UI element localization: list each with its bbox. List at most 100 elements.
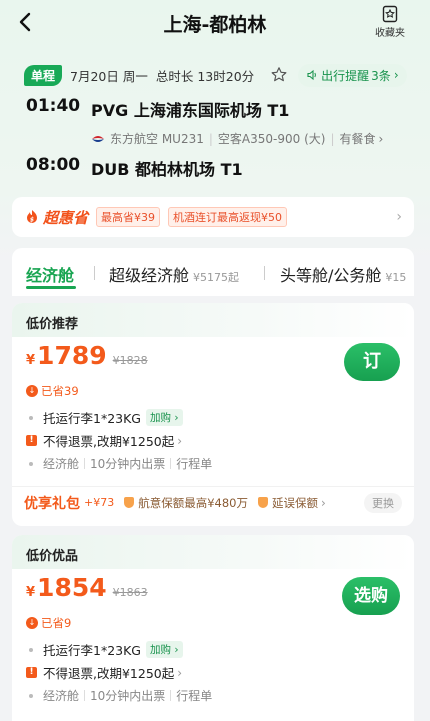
- promo-tag-cashback: 机酒连订最高返现¥50: [168, 207, 288, 227]
- gift-package-title: 优享礼包: [24, 495, 80, 512]
- flight-details[interactable]: 东方航空 MU231 | 空客A350-900 (大) | 有餐食 ›: [91, 130, 383, 147]
- warning-icon: !: [26, 667, 37, 678]
- bookmark-icon: [382, 5, 398, 23]
- divider: [84, 690, 86, 701]
- fare-price: ¥ 1854 ¥1863: [26, 573, 148, 602]
- original-price: ¥1863: [112, 586, 148, 599]
- meal-info: 有餐食: [339, 132, 376, 146]
- fare-card: 低价推荐 ¥ 1789 ¥1828 订 ↓ 已省39 托运行李1*23KG 加购…: [12, 303, 414, 526]
- promo-banner[interactable]: $ 超惠省 最高省¥39 机酒连订最高返现¥50 ›: [12, 197, 414, 237]
- book-button[interactable]: 订: [344, 343, 400, 381]
- itinerary-note: 行程单: [176, 457, 213, 471]
- change-gift-button[interactable]: 更换: [364, 492, 402, 513]
- chevron-right-icon: ›: [393, 68, 399, 82]
- savings-badge: ↓ 已省9: [26, 615, 71, 631]
- divider: [84, 458, 86, 469]
- cabin-class: 经济舱: [43, 457, 80, 471]
- favorite-label: 收藏夹: [375, 28, 405, 39]
- add-baggage-label: 加购: [150, 644, 171, 656]
- bullet-icon: [29, 647, 33, 652]
- tab-active-indicator: [26, 286, 76, 289]
- promo-tag-savings: 最高省¥39: [96, 207, 161, 227]
- add-baggage-button[interactable]: 加购 ›: [146, 641, 183, 658]
- divider: |: [330, 131, 335, 146]
- fare-meta: 经济舱 10分钟内出票 行程单: [26, 687, 212, 704]
- reminder-label: 出行提醒: [321, 68, 370, 83]
- ticketing-time: 10分钟内出票: [90, 457, 166, 471]
- aircraft-type: 空客A350-900 (大): [217, 132, 326, 146]
- arrival-time: 08:00: [26, 155, 81, 175]
- refund-text: 不得退票,改期¥1250起: [43, 434, 175, 449]
- bullet-icon: [29, 415, 33, 420]
- add-baggage-button[interactable]: 加购 ›: [146, 409, 183, 426]
- tab-premium-economy[interactable]: 超级经济舱 ¥5175起: [109, 262, 239, 286]
- chevron-right-icon: ›: [396, 209, 402, 225]
- baggage-text: 托运行李1*23KG: [43, 643, 141, 658]
- tab-label: 头等舱/公务舱: [280, 266, 382, 285]
- currency-symbol: ¥: [26, 353, 36, 368]
- favorite-button[interactable]: 收藏夹: [372, 5, 408, 39]
- divider: [94, 266, 95, 280]
- reminder-count: 3条: [371, 68, 391, 83]
- chevron-right-icon: ›: [321, 495, 326, 510]
- fare-title: 低价优品: [12, 535, 414, 569]
- gift-package-row[interactable]: 优享礼包 +¥73 航意保额最高¥480万 延误保额 › 更换: [12, 486, 414, 518]
- select-button[interactable]: 选购: [342, 577, 400, 615]
- fare-meta: 经济舱 10分钟内出票 行程单: [26, 455, 212, 472]
- add-baggage-label: 加购: [150, 412, 171, 424]
- gift-accident-insurance: 航意保额最高¥480万: [138, 495, 248, 510]
- tab-first-business[interactable]: 头等舱/公务舱 ¥15: [280, 262, 406, 286]
- departure-time: 01:40: [26, 96, 81, 116]
- speaker-icon: [307, 69, 317, 81]
- refund-text: 不得退票,改期¥1250起: [43, 666, 175, 681]
- travel-reminder-button[interactable]: 出行提醒 3条 ›: [298, 63, 407, 87]
- bullet-icon: [29, 461, 33, 466]
- svg-text:$: $: [30, 217, 34, 224]
- shield-icon: [124, 497, 135, 508]
- page-title: 上海-都柏林: [163, 14, 267, 36]
- top-nav-bar: 上海-都柏林 收藏夹: [0, 0, 430, 46]
- airline-flight-number: 东方航空 MU231: [110, 132, 204, 146]
- tab-price: ¥15: [385, 271, 407, 284]
- chevron-right-icon: ›: [177, 433, 183, 448]
- select-button-label: 选购: [354, 586, 388, 606]
- gift-delay-insurance: 延误保额: [272, 495, 318, 510]
- baggage-info: 托运行李1*23KG 加购 ›: [26, 408, 183, 427]
- airline-logo-icon: [92, 135, 104, 142]
- trip-summary: 单程 7月20日 周一 总时长 13时20分 出行提醒 3条 ›: [24, 63, 420, 87]
- currency-symbol: ¥: [26, 585, 36, 600]
- bullet-icon: [29, 693, 33, 698]
- discount-tag-icon: $: [27, 210, 37, 224]
- original-price: ¥1828: [112, 354, 148, 367]
- fare-card: 低价优品 ¥ 1854 ¥1863 选购 ↓ 已省9 托运行李1*23KG 加购…: [12, 535, 414, 721]
- divider: |: [208, 131, 213, 146]
- tab-label: 超级经济舱: [109, 266, 190, 285]
- refund-policy[interactable]: ! 不得退票,改期¥1250起 ›: [26, 431, 182, 450]
- shield-icon: [258, 497, 268, 508]
- fare-title: 低价推荐: [12, 303, 414, 337]
- trip-duration: 总时长 13时20分: [155, 68, 255, 84]
- itinerary-note: 行程单: [176, 689, 213, 703]
- trip-date: 7月20日 周一: [70, 68, 148, 84]
- baggage-info: 托运行李1*23KG 加购 ›: [26, 640, 183, 659]
- departure-airport: PVG 上海浦东国际机场 T1: [91, 101, 290, 120]
- chevron-right-icon: ›: [378, 131, 384, 146]
- refund-policy[interactable]: ! 不得退票,改期¥1250起 ›: [26, 663, 182, 682]
- cabin-tabs: 经济舱 超级经济舱 ¥5175起 头等舱/公务舱 ¥15: [12, 248, 414, 296]
- divider: [170, 458, 172, 469]
- tab-economy[interactable]: 经济舱: [26, 262, 74, 286]
- promo-brand-text: 超惠省: [43, 208, 89, 227]
- price-value: 1854: [37, 573, 107, 602]
- savings-badge: ↓ 已省39: [26, 383, 79, 399]
- divider: [170, 690, 172, 701]
- fare-price: ¥ 1789 ¥1828: [26, 341, 148, 370]
- trip-type-badge: 单程: [24, 64, 63, 86]
- gift-package-price: +¥73: [84, 496, 115, 509]
- chevron-right-icon: ›: [177, 665, 183, 680]
- warning-icon: !: [26, 435, 37, 446]
- baggage-text: 托运行李1*23KG: [43, 411, 141, 426]
- price-value: 1789: [37, 341, 107, 370]
- star-icon[interactable]: [270, 66, 288, 84]
- tab-label: 经济舱: [26, 266, 75, 285]
- divider: [264, 266, 265, 280]
